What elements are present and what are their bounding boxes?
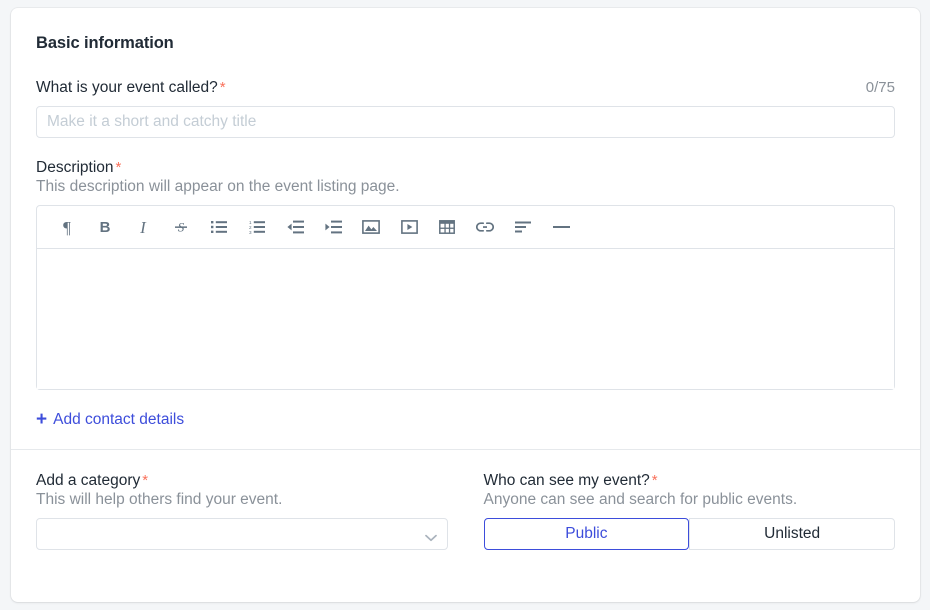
italic-icon[interactable]: I bbox=[124, 212, 162, 242]
indent-icon[interactable] bbox=[314, 212, 352, 242]
visibility-option-unlisted[interactable]: Unlisted bbox=[689, 518, 895, 550]
description-helper-text: This description will appear on the even… bbox=[36, 178, 400, 195]
editor-toolbar: ¶ B I S bbox=[37, 206, 894, 249]
description-rich-text-editor: ¶ B I S bbox=[36, 205, 895, 390]
italic-glyph: I bbox=[140, 217, 146, 237]
visibility-field-group: Who can see my event? * Anyone can see an… bbox=[483, 472, 896, 550]
plus-icon: + bbox=[36, 409, 48, 430]
paragraph-icon[interactable]: ¶ bbox=[48, 212, 86, 242]
category-visibility-section: Add a category * This will help others fi… bbox=[11, 450, 920, 550]
visibility-helper-text: Anyone can see and search for public eve… bbox=[483, 491, 798, 508]
svg-text:3: 3 bbox=[249, 230, 252, 234]
video-icon[interactable] bbox=[390, 212, 428, 242]
image-icon[interactable] bbox=[352, 212, 390, 242]
bulleted-list-icon[interactable] bbox=[200, 212, 238, 242]
event-title-label-row: What is your event called? * 0/75 bbox=[36, 79, 895, 97]
visibility-label: Who can see my event? * bbox=[484, 472, 896, 490]
link-icon[interactable] bbox=[466, 212, 504, 242]
category-select[interactable] bbox=[36, 518, 448, 550]
outdent-icon[interactable] bbox=[276, 212, 314, 242]
required-asterisk: * bbox=[219, 79, 226, 96]
category-label: Add a category * bbox=[36, 472, 448, 490]
required-asterisk: * bbox=[651, 472, 658, 489]
page-background: Basic information What is your event cal… bbox=[0, 0, 930, 610]
add-contact-details-button[interactable]: + Add contact details bbox=[36, 410, 184, 429]
required-asterisk: * bbox=[115, 159, 122, 176]
description-editor-body[interactable] bbox=[37, 249, 894, 389]
required-asterisk: * bbox=[142, 472, 149, 489]
numbered-list-icon[interactable]: 1 2 3 bbox=[238, 212, 276, 242]
bold-glyph: B bbox=[99, 218, 111, 236]
description-field-group: Description * This description will appea… bbox=[36, 159, 895, 390]
event-title-field-group: What is your event called? * 0/75 bbox=[36, 79, 895, 138]
event-title-label: What is your event called? * bbox=[36, 79, 226, 97]
page-title: Basic information bbox=[36, 34, 174, 52]
visibility-segmented-control: Public Unlisted bbox=[483, 518, 895, 550]
add-contact-details-label: Add contact details bbox=[53, 410, 185, 428]
category-helper-text: This will help others find your event. bbox=[36, 491, 283, 508]
bold-icon[interactable]: B bbox=[86, 212, 124, 242]
align-left-icon[interactable] bbox=[504, 212, 542, 242]
basic-information-card: Basic information What is your event cal… bbox=[11, 8, 920, 602]
category-label-text: Add a category bbox=[36, 472, 141, 489]
table-icon[interactable] bbox=[428, 212, 466, 242]
strikethrough-icon[interactable]: S bbox=[162, 212, 200, 242]
visibility-option-public[interactable]: Public bbox=[483, 518, 690, 550]
basic-information-section: Basic information What is your event cal… bbox=[11, 8, 920, 449]
event-title-label-text: What is your event called? bbox=[36, 79, 218, 96]
paragraph-glyph: ¶ bbox=[63, 217, 71, 237]
description-label-text: Description bbox=[36, 159, 114, 176]
category-select-wrapper bbox=[36, 518, 448, 550]
description-label: Description * bbox=[36, 159, 895, 177]
category-field-group: Add a category * This will help others fi… bbox=[36, 472, 448, 550]
event-title-character-counter: 0/75 bbox=[865, 79, 895, 96]
event-title-input[interactable] bbox=[36, 106, 895, 138]
visibility-label-text: Who can see my event? bbox=[483, 472, 650, 489]
horizontal-rule-icon[interactable] bbox=[542, 212, 580, 242]
